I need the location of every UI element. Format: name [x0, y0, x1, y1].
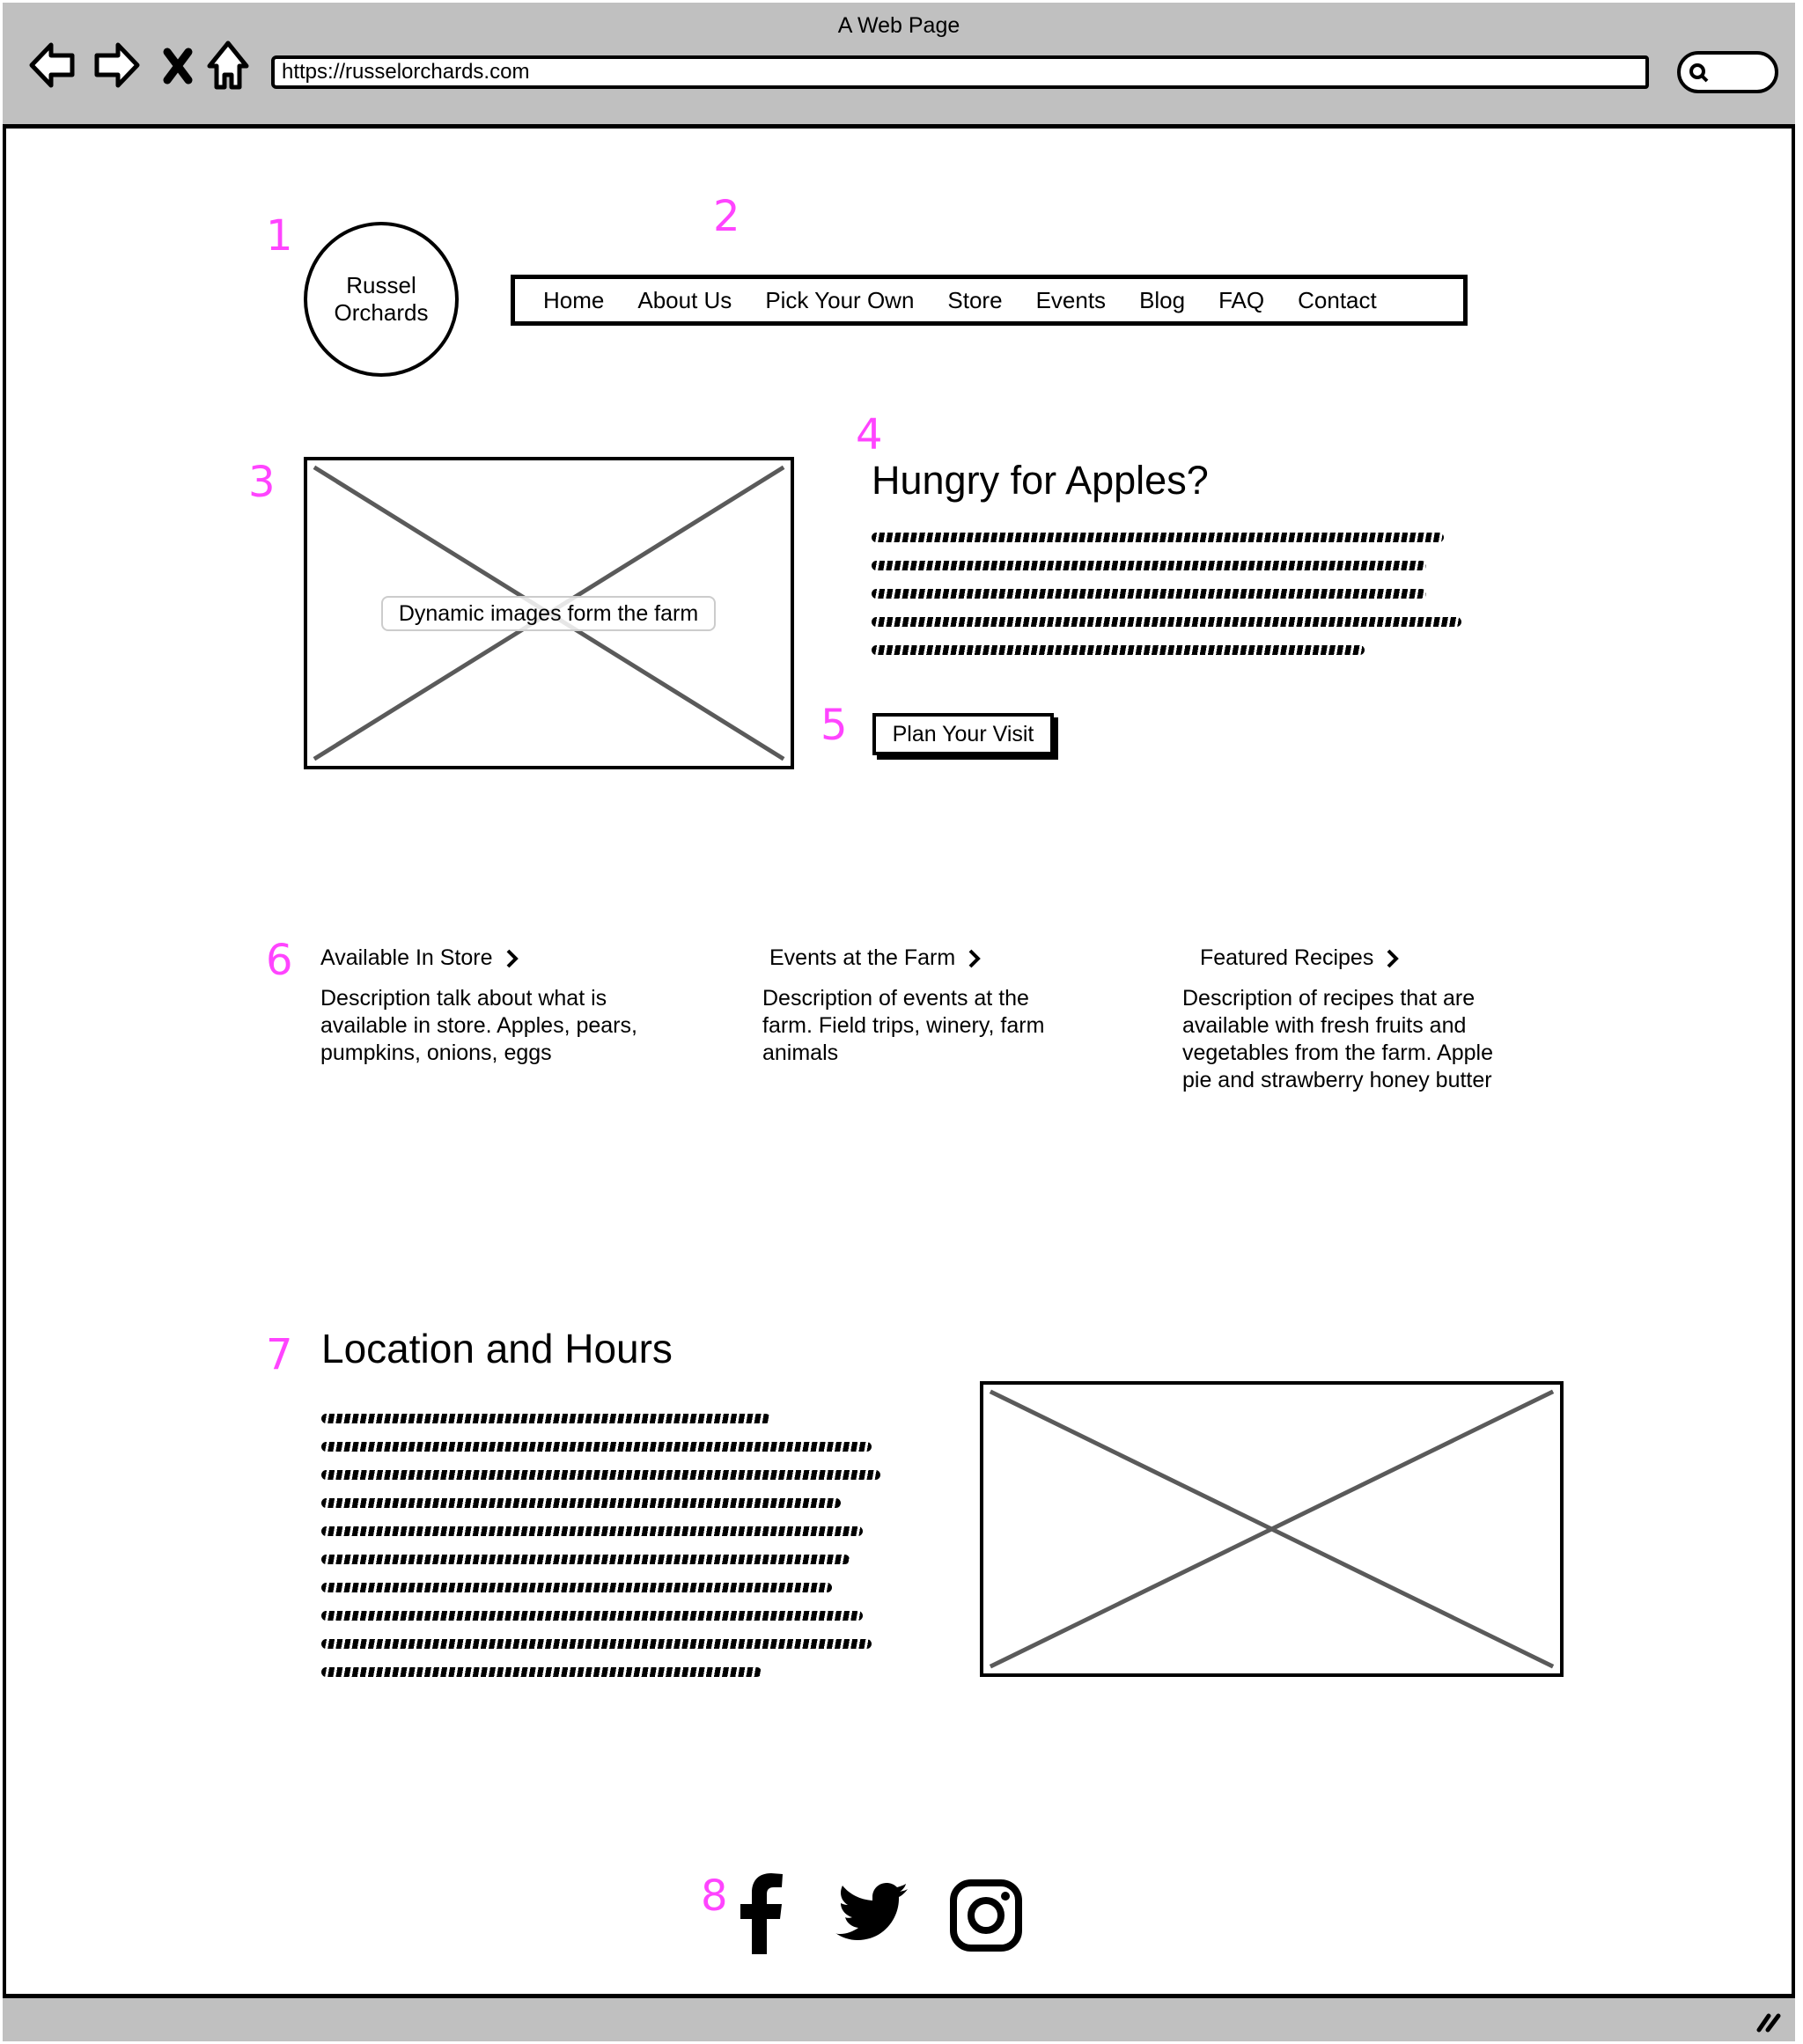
card-title: Events at the Farm — [769, 945, 956, 970]
scribble-line — [321, 1639, 872, 1649]
hero-body-placeholder-text — [872, 533, 1461, 673]
scribble-line — [321, 1667, 762, 1677]
scribble-line — [321, 1414, 770, 1423]
scribble-line — [872, 617, 1461, 627]
scribble-line — [321, 1611, 863, 1621]
scribble-line — [321, 1498, 841, 1508]
annotation-8: 8 — [701, 1871, 728, 1921]
scribble-line — [872, 589, 1426, 599]
nav-item-faq[interactable]: FAQ — [1218, 287, 1264, 314]
card-description: Description talk about what is available… — [320, 986, 637, 1065]
card-events-at-the-farm: Events at the Farm Description of events… — [762, 945, 1079, 1067]
scribble-line — [321, 1583, 832, 1592]
card-description: Description of events at the farm. Field… — [762, 986, 1045, 1065]
card-title: Available In Store — [320, 945, 493, 970]
nav-item-events[interactable]: Events — [1036, 287, 1107, 314]
url-text: https://russelorchards.com — [282, 60, 530, 84]
plan-your-visit-button[interactable]: Plan Your Visit — [872, 713, 1054, 755]
annotation-3: 3 — [248, 458, 276, 507]
nav-item-pick-your-own[interactable]: Pick Your Own — [765, 287, 914, 314]
location-heading: Location and Hours — [321, 1326, 673, 1371]
back-arrow-icon[interactable] — [28, 40, 77, 91]
card-featured-recipes: Featured Recipes Description of recipes … — [1182, 945, 1499, 1121]
nav-item-store[interactable]: Store — [947, 287, 1002, 314]
scribble-line — [321, 1526, 863, 1536]
card-title-link[interactable]: Featured Recipes — [1182, 945, 1499, 971]
nav-item-blog[interactable]: Blog — [1139, 287, 1185, 314]
site-logo[interactable]: Russel Orchards — [304, 222, 459, 377]
scribble-line — [321, 1470, 880, 1480]
address-bar[interactable]: https://russelorchards.com — [271, 55, 1649, 89]
logo-line-2: Orchards — [334, 299, 429, 326]
annotation-7: 7 — [266, 1330, 293, 1379]
hero-image-caption: Dynamic images form the farm — [381, 596, 716, 631]
browser-search-field[interactable] — [1677, 51, 1778, 93]
location-body-placeholder-text — [321, 1414, 885, 1695]
card-available-in-store: Available In Store Description talk abou… — [320, 945, 637, 1067]
twitter-icon[interactable] — [833, 1882, 909, 1945]
search-icon — [1689, 63, 1709, 83]
chevron-right-icon — [968, 949, 982, 967]
scribble-line — [321, 1442, 872, 1452]
main-nav: Home About Us Pick Your Own Store Events… — [511, 275, 1468, 326]
map-image-placeholder — [980, 1381, 1564, 1677]
annotation-1: 1 — [266, 211, 293, 261]
window-title: A Web Page — [837, 13, 960, 38]
scribble-line — [321, 1555, 850, 1564]
annotation-6: 6 — [266, 936, 293, 985]
card-title: Featured Recipes — [1200, 945, 1374, 970]
card-title-link[interactable]: Events at the Farm — [762, 945, 1079, 971]
browser-status-bar — [3, 1994, 1795, 2041]
annotation-5: 5 — [821, 701, 848, 750]
close-x-icon[interactable] — [160, 40, 195, 91]
logo-line-1: Russel — [346, 272, 416, 298]
scribble-line — [872, 645, 1365, 655]
nav-item-home[interactable]: Home — [543, 287, 604, 314]
resize-grip-icon[interactable] — [1756, 2011, 1783, 2033]
forward-arrow-icon[interactable] — [92, 40, 141, 91]
chevron-right-icon — [506, 949, 519, 967]
image-placeholder-icon — [989, 1389, 1555, 1669]
annotation-2: 2 — [713, 192, 740, 241]
nav-item-contact[interactable]: Contact — [1298, 287, 1377, 314]
instagram-icon[interactable] — [949, 1879, 1023, 1952]
chevron-right-icon — [1387, 949, 1400, 967]
facebook-icon[interactable] — [740, 1873, 784, 1954]
annotation-4: 4 — [856, 410, 883, 460]
scribble-line — [872, 561, 1426, 570]
home-icon[interactable] — [206, 40, 250, 91]
card-description: Description of recipes that are availabl… — [1182, 986, 1493, 1092]
hero-heading: Hungry for Apples? — [872, 458, 1209, 503]
scribble-line — [872, 533, 1444, 542]
nav-item-about-us[interactable]: About Us — [637, 287, 732, 314]
card-title-link[interactable]: Available In Store — [320, 945, 637, 971]
